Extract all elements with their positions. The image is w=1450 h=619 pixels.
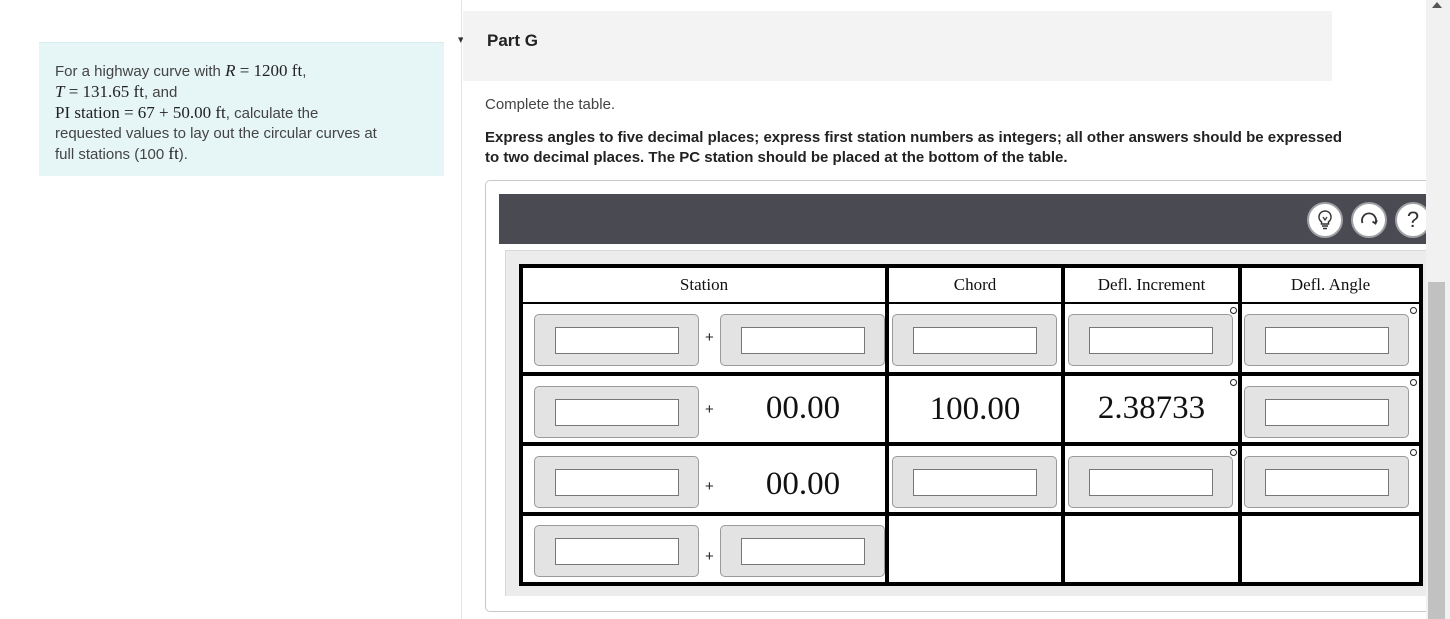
chord-box [892, 314, 1057, 366]
degree-symbol [1230, 379, 1237, 386]
station-int-box [534, 456, 699, 508]
defl-angle-input[interactable] [1265, 399, 1389, 426]
defl-increment-cell: 2.38733 [1065, 376, 1238, 442]
tangent-value: = 131.65 ft [64, 82, 144, 101]
defl-increment-box [1068, 456, 1233, 508]
question-mark-icon: ? [1406, 207, 1420, 232]
reset-icon [1361, 212, 1378, 225]
degree-symbol [1230, 307, 1237, 314]
plus-sign: + [705, 329, 714, 346]
problem-text: , calculate the [225, 105, 319, 122]
station-int-box [534, 386, 699, 438]
table-row: + [523, 304, 885, 372]
defl-angle-cell [1242, 446, 1419, 512]
reset-button[interactable] [1351, 202, 1387, 238]
station-dec-value: 00.00 [765, 389, 841, 426]
defl-increment-input[interactable] [1089, 327, 1213, 354]
problem-text: requested values to lay out the circular… [55, 125, 377, 142]
defl-increment-box [1068, 314, 1233, 366]
defl-angle-input[interactable] [1265, 327, 1389, 354]
defl-increment-value: 2.38733 [1097, 389, 1206, 426]
chord-value: 100.00 [889, 376, 1061, 442]
plus-sign: + [705, 401, 714, 418]
chord-cell [889, 446, 1061, 512]
degree-symbol [1410, 449, 1417, 456]
problem-text: For a highway curve with [55, 63, 226, 80]
header-station: Station [523, 268, 885, 302]
problem-text: , [302, 63, 307, 80]
station-int-input[interactable] [555, 399, 679, 426]
problem-text: ). [178, 146, 188, 163]
radius-value: = 1200 ft [235, 61, 303, 80]
instruction-bold-text: Express angles to five decimal places; e… [485, 129, 1342, 166]
deflection-table: Station Chord Defl. Increment Defl. Angl… [519, 264, 1423, 586]
defl-angle-input[interactable] [1265, 469, 1389, 496]
station-dec-box [720, 525, 885, 577]
station-dec-input[interactable] [741, 538, 865, 565]
hint-button[interactable] [1307, 202, 1343, 238]
station-int-input[interactable] [555, 469, 679, 496]
chord-cell [889, 304, 1061, 372]
plus-sign: + [705, 548, 714, 565]
problem-statement: For a highway curve with R = 1200 ft, T … [39, 42, 444, 176]
radius-symbol: R [225, 61, 236, 80]
table-row: + 00.00 [523, 376, 885, 442]
station-int-input[interactable] [555, 538, 679, 565]
defl-angle-cell [1242, 304, 1419, 372]
problem-text: full stations (100 [55, 146, 169, 163]
station-int-box [534, 314, 699, 366]
chord-box [892, 456, 1057, 508]
defl-increment-cell [1065, 446, 1238, 512]
empty-cell [1242, 516, 1419, 582]
chord-input[interactable] [913, 469, 1037, 496]
defl-angle-cell [1242, 376, 1419, 442]
empty-cell [889, 516, 1061, 582]
station-dec-value: 00.00 [765, 465, 841, 502]
station-dec-box [720, 314, 885, 366]
chord-input[interactable] [913, 327, 1037, 354]
station-int-box [534, 525, 699, 577]
panel-divider [461, 0, 462, 619]
header-chord: Chord [889, 268, 1061, 302]
header-defl-increment: Defl. Increment [1065, 268, 1238, 302]
defl-angle-box [1244, 314, 1409, 366]
pi-station-value: PI station = 67 + 50.00 ft [55, 103, 226, 122]
degree-symbol [1410, 379, 1417, 386]
unit-text: ft [168, 144, 179, 163]
table-row: + [523, 516, 885, 582]
defl-increment-input[interactable] [1089, 469, 1213, 496]
empty-cell [1065, 516, 1238, 582]
toolbar: ? [499, 194, 1431, 244]
plus-sign: + [705, 478, 714, 495]
part-title: Part G [487, 31, 539, 50]
station-dec-input[interactable] [741, 327, 865, 354]
table-row: + 00.00 [523, 446, 885, 512]
scrollbar-thumb[interactable] [1428, 282, 1445, 619]
defl-increment-cell [1065, 304, 1238, 372]
scroll-up-arrow-icon[interactable] [1432, 2, 1442, 8]
header-defl-angle: Defl. Angle [1242, 268, 1419, 302]
station-int-input[interactable] [555, 327, 679, 354]
lightbulb-icon [1318, 210, 1332, 230]
degree-symbol [1230, 449, 1237, 456]
part-header[interactable]: Part G [463, 11, 1332, 81]
defl-angle-box [1244, 456, 1409, 508]
degree-symbol [1410, 307, 1417, 314]
defl-angle-box [1244, 386, 1409, 438]
problem-text: , and [143, 84, 178, 101]
instruction-text: Complete the table. [485, 96, 616, 113]
